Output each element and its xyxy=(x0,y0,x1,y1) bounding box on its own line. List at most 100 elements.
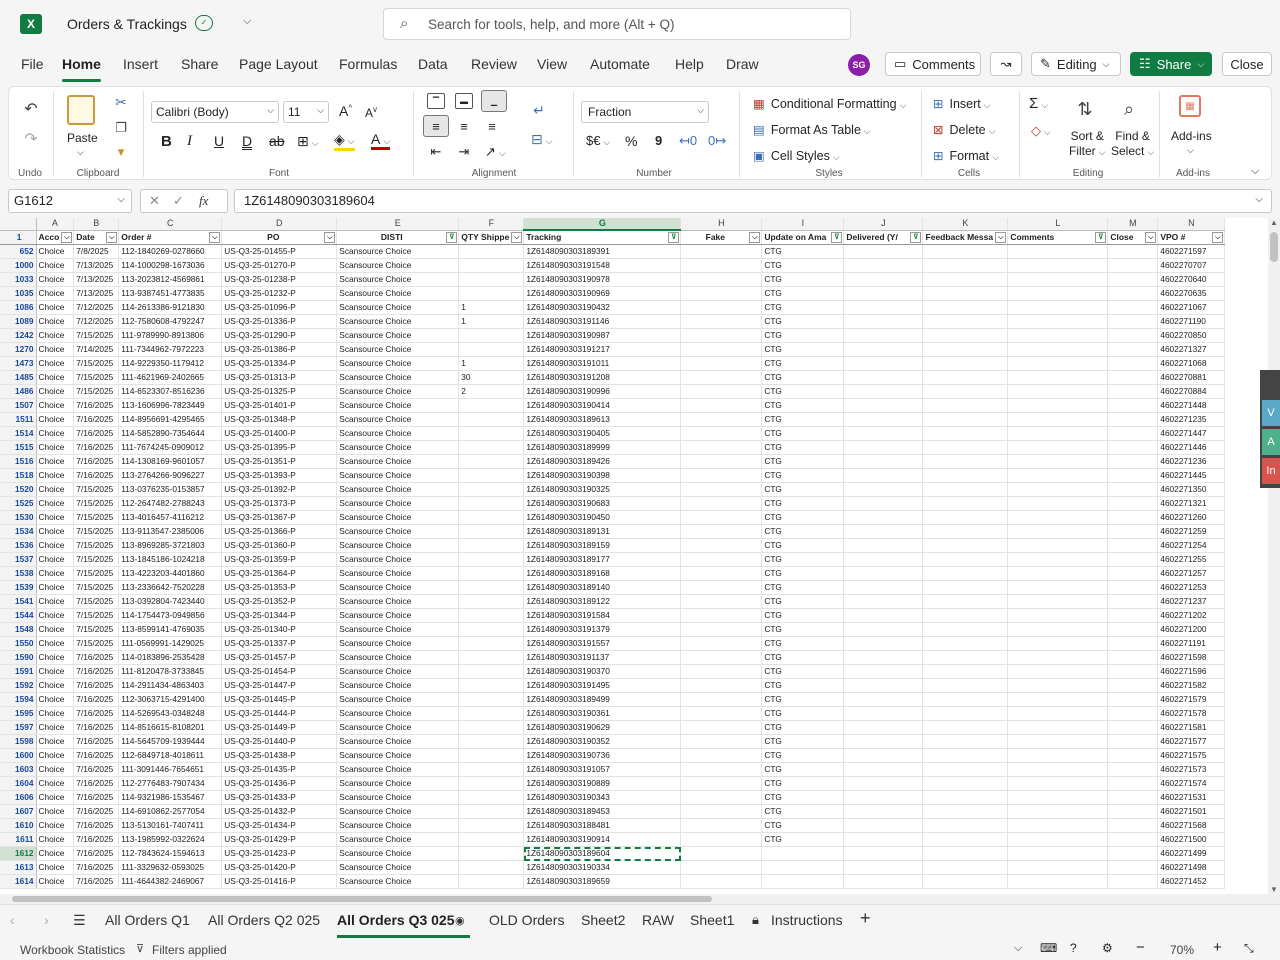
borders-icon[interactable]: ⊞ ⌵ xyxy=(297,133,319,150)
cell[interactable] xyxy=(458,650,525,665)
cell[interactable]: 4602271350 xyxy=(1157,482,1226,497)
cell[interactable] xyxy=(1007,832,1109,847)
cell[interactable]: CTG xyxy=(761,678,845,693)
cell[interactable]: Scansource Choice xyxy=(336,412,460,427)
cell[interactable]: 1 xyxy=(458,300,525,315)
format-cells-button[interactable]: ⊞ Format ⌵ xyxy=(933,148,999,163)
cell[interactable]: Scansource Choice xyxy=(336,748,460,763)
decrease-decimal-icon[interactable]: 0↦ xyxy=(708,133,726,149)
cell[interactable]: 4602270635 xyxy=(1157,286,1226,301)
cell[interactable]: US-Q3-25-01336-P xyxy=(221,314,338,329)
column-header[interactable]: G xyxy=(523,218,682,231)
cell[interactable]: 7/15/2025 xyxy=(73,482,120,497)
cell[interactable] xyxy=(922,426,1009,441)
cell[interactable] xyxy=(922,748,1009,763)
cell[interactable] xyxy=(1107,328,1159,343)
cell[interactable] xyxy=(1007,636,1109,651)
cell[interactable] xyxy=(922,636,1009,651)
row-header[interactable]: 1000 xyxy=(0,258,37,273)
cell[interactable]: CTG xyxy=(761,804,845,819)
cell[interactable]: 4602271068 xyxy=(1157,356,1226,371)
row-header[interactable]: 1511 xyxy=(0,412,37,427)
cell[interactable]: Scansource Choice xyxy=(336,286,460,301)
cell[interactable]: Choice xyxy=(36,314,75,329)
cell[interactable]: 7/16/2025 xyxy=(73,412,120,427)
cell[interactable]: 4602271254 xyxy=(1157,538,1226,553)
cell[interactable]: 1Z6148090303189999 xyxy=(523,440,682,455)
cell[interactable]: CTG xyxy=(761,398,845,413)
cell[interactable] xyxy=(680,804,763,819)
row-header[interactable]: 1544 xyxy=(0,608,37,623)
cell[interactable]: 1Z6148090303191011 xyxy=(523,356,682,371)
cell[interactable]: CTG xyxy=(761,762,845,777)
menu-file[interactable]: File xyxy=(21,56,44,72)
cell[interactable]: Choice xyxy=(36,510,75,525)
cell[interactable] xyxy=(680,510,763,525)
cell[interactable]: 113-4223203-4401860 xyxy=(118,566,223,581)
cell[interactable] xyxy=(843,790,924,805)
cell[interactable]: Scansource Choice xyxy=(336,566,460,581)
cell[interactable] xyxy=(922,706,1009,721)
cell[interactable]: US-Q3-25-01352-P xyxy=(221,594,338,609)
increase-indent-icon[interactable]: ⇥ xyxy=(455,143,473,161)
row-header[interactable]: 1486 xyxy=(0,384,37,399)
cell[interactable] xyxy=(922,566,1009,581)
font-name-dropdown[interactable]: Calibri (Body) ⌵ xyxy=(151,101,279,123)
cell[interactable] xyxy=(922,258,1009,273)
cell[interactable] xyxy=(1107,398,1159,413)
cell[interactable] xyxy=(843,720,924,735)
cell[interactable]: 4602271575 xyxy=(1157,748,1226,763)
cell[interactable] xyxy=(1107,510,1159,525)
cell[interactable]: 7/15/2025 xyxy=(73,370,120,385)
cell[interactable] xyxy=(680,580,763,595)
column-header[interactable]: H xyxy=(680,218,763,231)
cell[interactable] xyxy=(922,468,1009,483)
cell[interactable] xyxy=(1107,552,1159,567)
cell[interactable] xyxy=(458,622,525,637)
cell[interactable]: 114-8516615-8108201 xyxy=(118,720,223,735)
cell[interactable] xyxy=(680,846,763,861)
row-header[interactable]: 1597 xyxy=(0,720,37,735)
cell[interactable]: 7/16/2025 xyxy=(73,818,120,833)
cell[interactable]: Choice xyxy=(36,832,75,847)
cell[interactable]: 4602271445 xyxy=(1157,468,1226,483)
cell[interactable]: Scansource Choice xyxy=(336,678,460,693)
cell[interactable]: 1Z6148090303190398 xyxy=(523,468,682,483)
cell[interactable]: 111-3091446-7654651 xyxy=(118,762,223,777)
redo-icon[interactable]: ↷ xyxy=(21,129,41,149)
cell[interactable]: 111-7344962-7972223 xyxy=(118,342,223,357)
cell[interactable] xyxy=(458,776,525,791)
cell[interactable] xyxy=(922,482,1009,497)
cell[interactable] xyxy=(922,650,1009,665)
cell[interactable]: 4602270707 xyxy=(1157,258,1226,273)
cell[interactable] xyxy=(1107,790,1159,805)
cell[interactable] xyxy=(680,650,763,665)
cell[interactable]: 7/8/2025 xyxy=(73,244,120,259)
cell[interactable]: 114-8956691-4295465 xyxy=(118,412,223,427)
cell[interactable] xyxy=(922,384,1009,399)
zoom-level[interactable]: 70% xyxy=(1170,943,1194,957)
cell[interactable] xyxy=(680,412,763,427)
cell[interactable]: 7/16/2025 xyxy=(73,776,120,791)
cell[interactable] xyxy=(1007,510,1109,525)
row-header[interactable]: 1594 xyxy=(0,692,37,707)
cell[interactable]: Scansource Choice xyxy=(336,762,460,777)
cell[interactable]: Choice xyxy=(36,244,75,259)
cell[interactable] xyxy=(843,286,924,301)
cell[interactable]: Scansource Choice xyxy=(336,692,460,707)
cell[interactable] xyxy=(680,790,763,805)
cell[interactable] xyxy=(843,762,924,777)
cell[interactable] xyxy=(1107,846,1159,861)
cell[interactable]: US-Q3-25-01373-P xyxy=(221,496,338,511)
cell[interactable]: Choice xyxy=(36,272,75,287)
cell[interactable]: Scansource Choice xyxy=(336,846,460,861)
cell[interactable]: 114-2911434-4863403 xyxy=(118,678,223,693)
cell[interactable]: 30 xyxy=(458,370,525,385)
cell[interactable]: Scansource Choice xyxy=(336,860,460,875)
undo-icon[interactable]: ↶ xyxy=(21,99,41,119)
cell[interactable] xyxy=(458,258,525,273)
row-header[interactable]: 1520 xyxy=(0,482,37,497)
filter-dropdown-icon[interactable]: ⌵ xyxy=(995,231,1007,243)
cell[interactable]: 7/13/2025 xyxy=(73,258,120,273)
cell[interactable] xyxy=(1007,650,1109,665)
